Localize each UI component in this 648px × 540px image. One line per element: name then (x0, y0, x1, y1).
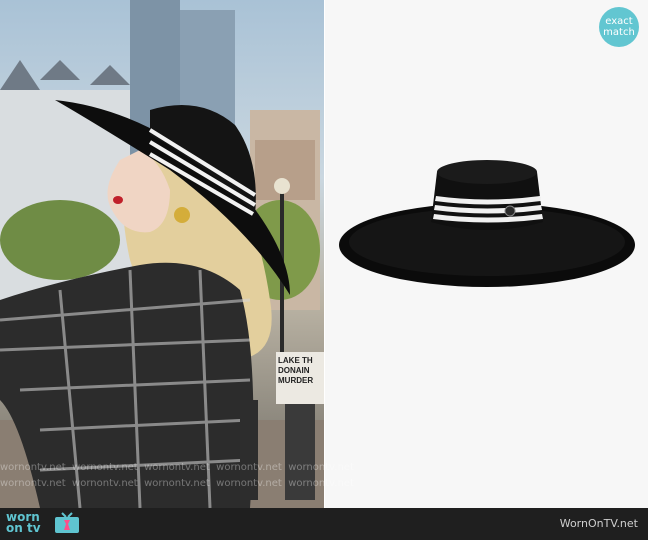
hat-illustration (339, 160, 635, 287)
exact-match-badge[interactable]: exact match (599, 7, 639, 47)
sign-line-1: LAKE TH (278, 356, 313, 365)
scene-photo: LAKE TH DONAIN MURDER (0, 0, 324, 508)
watermark-row-2: wornontv.net wornontv.net wornontv.net w… (0, 478, 354, 489)
site-url[interactable]: WornOnTV.net (560, 517, 638, 530)
site-logo[interactable]: worn on tv (6, 510, 80, 535)
sign-line-3: MURDER (278, 376, 314, 385)
sign-line-2: DONAIN (278, 366, 310, 375)
product-photo: exact match (325, 0, 648, 508)
watermark-row-1: wornontv.net wornontv.net wornontv.net w… (0, 462, 354, 473)
badge-line-1: exact (605, 16, 633, 27)
tv-icon (55, 512, 79, 533)
badge-line-2: match (603, 27, 635, 38)
footer-bar: worn on tv WornOnTV.net (0, 508, 648, 540)
scene-illustration (0, 0, 324, 508)
logo-text: worn on tv (6, 510, 41, 535)
protest-sign: LAKE TH DONAIN MURDER (276, 352, 324, 404)
